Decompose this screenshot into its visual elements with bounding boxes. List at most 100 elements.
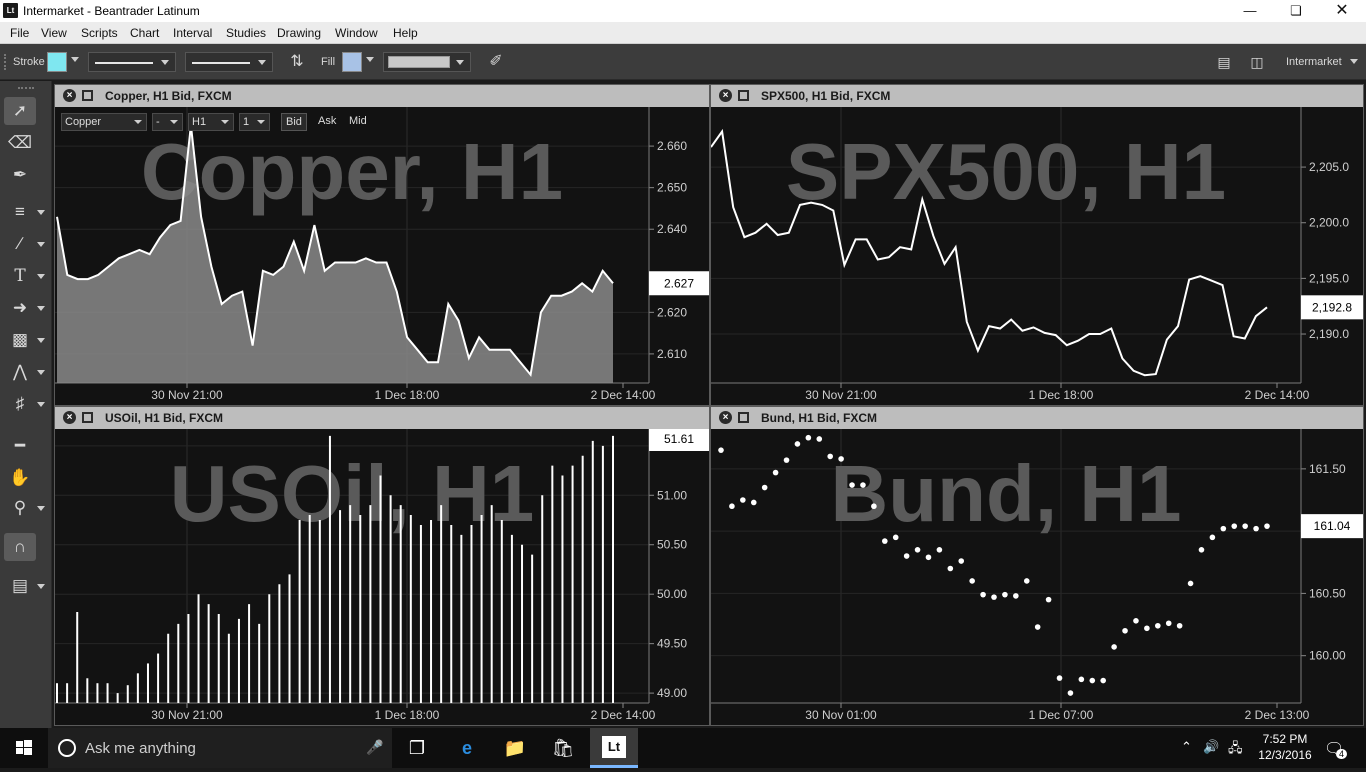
- restore-chart-icon[interactable]: [738, 90, 749, 101]
- fill-color-dropdown-icon[interactable]: [366, 57, 374, 62]
- tools-grip[interactable]: [18, 87, 34, 91]
- menu-window[interactable]: Window: [335, 26, 378, 40]
- menu-file[interactable]: File: [10, 26, 29, 40]
- chart-canvas-usoil[interactable]: USOil, H151.5051.0050.5050.0049.5049.003…: [55, 429, 709, 725]
- bund-point: [783, 457, 790, 463]
- ask-button[interactable]: Ask: [314, 113, 340, 131]
- trend-lines-dropdown-icon[interactable]: [37, 242, 45, 247]
- bund-point: [871, 503, 877, 510]
- chart-settings-icon[interactable]: ▤: [4, 572, 36, 600]
- bund-point: [1023, 578, 1030, 584]
- rectangle-icon[interactable]: ▩: [4, 326, 36, 354]
- text-dropdown-icon[interactable]: [37, 274, 45, 279]
- chart-canvas-copper[interactable]: Copper, H1 2.660 2.650 2.640 2.620 2.610 30 No…: [55, 107, 709, 405]
- stamp-dropdown-icon[interactable]: [37, 402, 45, 407]
- arrow-icon[interactable]: ➜: [4, 294, 36, 322]
- x-tick-label: 2 Dec 13:00: [1245, 708, 1310, 722]
- search-box[interactable]: Ask me anything 🎤: [48, 728, 392, 768]
- count-select[interactable]: 1: [239, 113, 270, 131]
- edge-browser-icon[interactable]: e: [452, 734, 482, 762]
- menu-drawing[interactable]: Drawing: [277, 26, 321, 40]
- zoom-icon[interactable]: ⚲: [4, 494, 36, 522]
- line-style-select[interactable]: [88, 52, 176, 72]
- workspace-dropdown-icon[interactable]: [1350, 59, 1358, 64]
- x-tick-label: 30 Nov 21:00: [151, 708, 223, 722]
- chart-panel-usoil: × USOil, H1 Bid, FXCM USOil, H151.5051.0…: [54, 406, 710, 726]
- restore-chart-icon[interactable]: [82, 412, 93, 423]
- bund-point: [903, 553, 910, 559]
- system-clock[interactable]: 7:52 PM 12/3/2016: [1255, 731, 1315, 763]
- volume-icon[interactable]: 🔊: [1203, 739, 1219, 755]
- chart-panel-bund: × Bund, H1 Bid, FXCM Bund, H1 161.50 161.0…: [710, 406, 1364, 726]
- fill-style-select[interactable]: [383, 52, 471, 72]
- network-icon[interactable]: 🖧: [1228, 739, 1243, 761]
- menu-chart[interactable]: Chart: [130, 26, 159, 40]
- restore-chart-icon[interactable]: [82, 90, 93, 101]
- fill-color-swatch[interactable]: [342, 52, 362, 72]
- y-tick-label: 2,205.0: [1309, 160, 1349, 174]
- minimize-button[interactable]: —: [1227, 0, 1273, 22]
- task-view-icon[interactable]: ❐: [402, 734, 432, 762]
- close-chart-icon[interactable]: ×: [719, 411, 732, 424]
- line-width-select[interactable]: [185, 52, 273, 72]
- trend-lines-icon[interactable]: ∕: [4, 230, 36, 258]
- file-explorer-icon[interactable]: 📁: [500, 734, 530, 762]
- menu-interval[interactable]: Interval: [173, 26, 212, 40]
- price-type-select[interactable]: -: [152, 113, 183, 131]
- search-placeholder: Ask me anything: [85, 740, 196, 757]
- text-icon[interactable]: T: [4, 262, 36, 290]
- pen-icon[interactable]: ✒: [4, 161, 36, 189]
- stroke-color-dropdown-icon[interactable]: [71, 57, 79, 62]
- layout-horizontal-icon[interactable]: ▤: [1214, 52, 1234, 72]
- stroke-color-swatch[interactable]: [47, 52, 67, 72]
- mid-button[interactable]: Mid: [345, 113, 371, 131]
- pattern-dropdown-icon[interactable]: [37, 370, 45, 375]
- interval-select[interactable]: H1: [188, 113, 234, 131]
- bid-button[interactable]: Bid: [281, 113, 307, 131]
- paint-brush-icon[interactable]: ✐: [486, 52, 506, 72]
- horizontal-lines-icon[interactable]: ≡: [4, 198, 36, 226]
- menu-view[interactable]: View: [41, 26, 67, 40]
- menu-studies[interactable]: Studies: [226, 26, 266, 40]
- start-button[interactable]: [0, 728, 48, 768]
- zoom-dropdown-icon[interactable]: [37, 506, 45, 511]
- magnet-icon[interactable]: ∩: [4, 533, 36, 561]
- ruler-icon[interactable]: ━: [4, 432, 36, 460]
- menu-scripts[interactable]: Scripts: [81, 26, 118, 40]
- menu-help[interactable]: Help: [393, 26, 418, 40]
- chart-settings-dropdown-icon[interactable]: [37, 584, 45, 589]
- rectangle-dropdown-icon[interactable]: [37, 338, 45, 343]
- pointer-icon[interactable]: ➚: [4, 97, 36, 125]
- close-button[interactable]: ✕: [1319, 0, 1365, 22]
- bund-point: [1253, 525, 1259, 532]
- microphone-icon[interactable]: 🎤: [366, 739, 383, 756]
- chart-canvas-bund[interactable]: Bund, H1161.50161.00160.50160.0030 Nov 0…: [711, 429, 1363, 725]
- close-chart-icon[interactable]: ×: [719, 89, 732, 102]
- eraser-icon[interactable]: ⌫: [4, 129, 36, 157]
- pattern-icon[interactable]: ⋀: [4, 358, 36, 386]
- store-icon[interactable]: 🛍: [548, 734, 578, 762]
- bund-point: [1133, 618, 1139, 624]
- taskbar-app-beantrader[interactable]: Lt: [590, 728, 638, 768]
- restore-chart-icon[interactable]: [738, 412, 749, 423]
- y-tick-label: 161.50: [1309, 462, 1346, 476]
- chart-watermark: Copper, H1: [141, 127, 563, 216]
- chart-canvas-spx500[interactable]: SPX500, H1 2,205.0 2,200.0 2,195.0 2,190.0 30…: [711, 107, 1363, 405]
- layout-vertical-icon[interactable]: ◫: [1247, 52, 1267, 72]
- horizontal-lines-dropdown-icon[interactable]: [37, 210, 45, 215]
- symbol-select[interactable]: Copper: [61, 113, 147, 131]
- bund-point: [1034, 624, 1041, 630]
- arrow-dropdown-icon[interactable]: [37, 306, 45, 311]
- close-chart-icon[interactable]: ×: [63, 89, 76, 102]
- swap-colors-icon[interactable]: ⇅: [287, 52, 307, 72]
- bund-point: [860, 482, 866, 488]
- close-chart-icon[interactable]: ×: [63, 411, 76, 424]
- bund-point: [1122, 627, 1128, 634]
- tray-overflow-icon[interactable]: ⌃: [1181, 739, 1192, 755]
- toolbar-grip[interactable]: [4, 54, 8, 70]
- bund-point: [958, 558, 965, 564]
- maximize-button[interactable]: ❏: [1273, 0, 1319, 22]
- workspace-select[interactable]: Intermarket: [1286, 56, 1342, 68]
- stamp-icon[interactable]: ♯: [4, 390, 36, 418]
- hand-icon[interactable]: ✋: [4, 464, 36, 492]
